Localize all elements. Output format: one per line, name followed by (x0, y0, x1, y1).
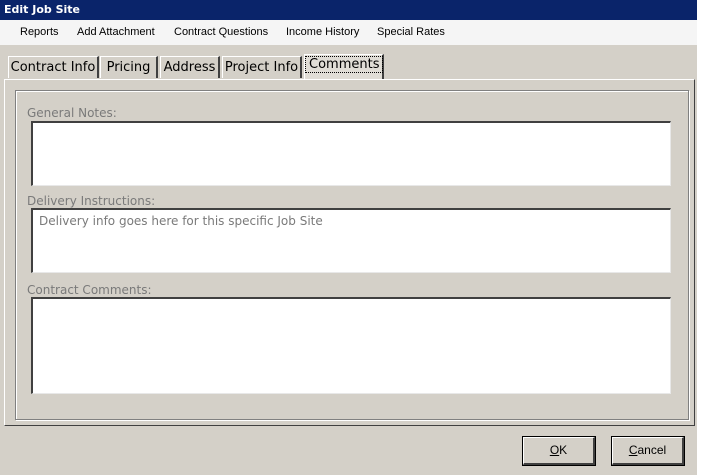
ok-mnemonic: O (549, 443, 560, 457)
menu-item-add-attachment[interactable]: Add Attachment (77, 20, 155, 45)
tab-label: Comments (305, 56, 384, 73)
comments-group: General Notes: Delivery Instructions: De… (15, 90, 689, 420)
menu-bar: Reports Add Attachment Contract Question… (0, 20, 697, 45)
tab-contract-info[interactable]: Contract Info (8, 56, 99, 78)
ok-button[interactable]: OK (522, 436, 596, 466)
delivery-instructions-label: Delivery Instructions: (27, 194, 156, 208)
general-notes-field[interactable] (31, 121, 671, 186)
tab-address[interactable]: Address (160, 56, 220, 78)
tab-project-info[interactable]: Project Info (222, 56, 302, 78)
tab-comments[interactable]: Comments (304, 54, 384, 80)
comments-tab-panel: General Notes: Delivery Instructions: De… (4, 79, 695, 426)
edit-job-site-window: Edit Job Site Reports Add Attachment Con… (0, 0, 697, 475)
tab-label: Pricing (106, 60, 151, 75)
tab-label: Address (163, 60, 216, 75)
window-titlebar: Edit Job Site (0, 0, 697, 20)
tab-strip: Contract Info Pricing Address Project In… (0, 45, 697, 81)
tab-label: Project Info (224, 60, 299, 75)
tab-pricing[interactable]: Pricing (100, 56, 158, 78)
menu-item-income-history[interactable]: Income History (286, 20, 359, 45)
delivery-instructions-field[interactable]: Delivery info goes here for this specifi… (31, 208, 671, 273)
cancel-label-rest: ancel (637, 443, 667, 457)
ok-label-rest: K (559, 443, 568, 457)
window-title: Edit Job Site (4, 3, 81, 16)
cancel-button[interactable]: Cancel (611, 436, 685, 466)
general-notes-label: General Notes: (27, 106, 117, 120)
contract-comments-field[interactable] (31, 297, 671, 394)
menu-item-contract-questions[interactable]: Contract Questions (174, 20, 268, 45)
menu-item-special-rates[interactable]: Special Rates (377, 20, 445, 45)
contract-comments-label: Contract Comments: (27, 283, 152, 297)
menu-item-reports[interactable]: Reports (20, 20, 59, 45)
tab-label: Contract Info (10, 60, 96, 75)
